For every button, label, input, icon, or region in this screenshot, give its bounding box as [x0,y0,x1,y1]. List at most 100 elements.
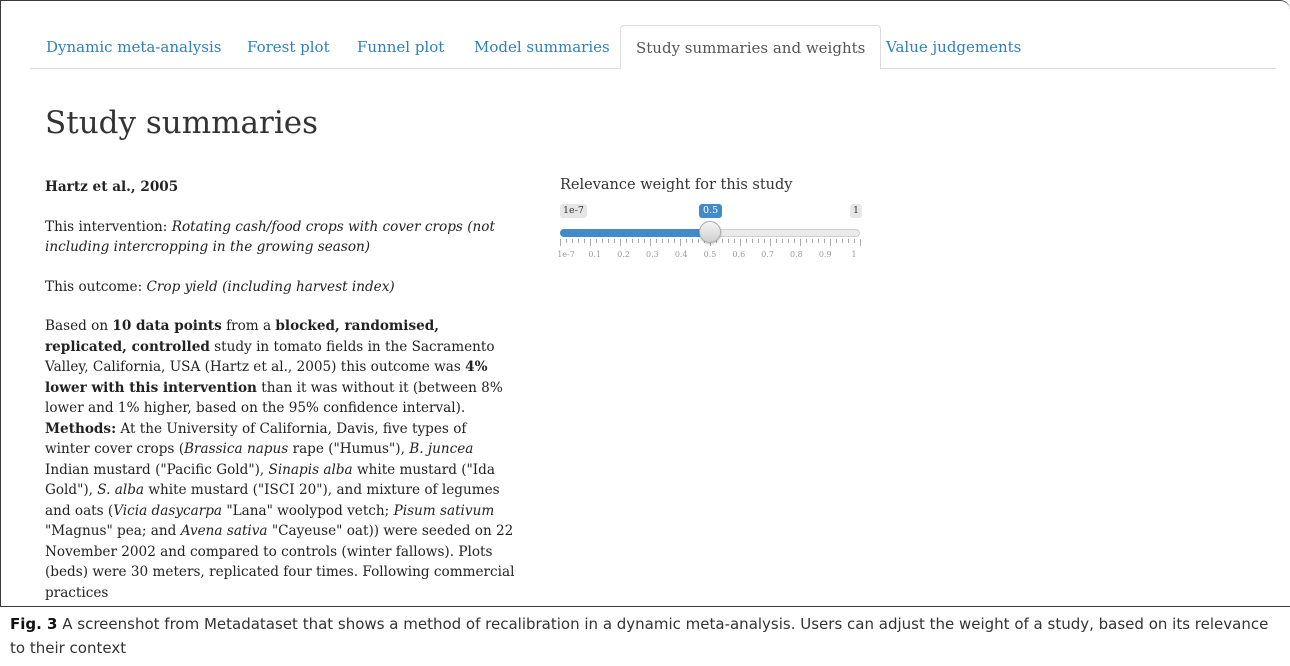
slider-major-tick [620,239,621,246]
outcome-value: Crop yield (including harvest index) [146,278,395,295]
tab-funnel-plot[interactable]: Funnel plot [357,25,444,69]
intervention-text: This intervention: Rotating cash/food cr… [45,217,515,258]
slider-minor-tick [662,239,663,243]
slider-minor-tick [758,239,759,243]
summary-segment: "Lana" woolypod vetch; [222,502,394,519]
slider-minor-tick [782,239,783,243]
slider-minor-tick [596,239,597,243]
outcome-text: This outcome: Crop yield (including harv… [45,277,515,298]
study-summary-text: Based on 10 data points from a blocked, … [45,316,515,603]
slider-major-tick [800,239,801,246]
slider-label: Relevance weight for this study [560,177,793,193]
slider-major-tick [830,239,831,246]
slider-tick-label: 1e-7 [557,250,575,259]
summary-segment: B. juncea [409,441,474,457]
summary-segment: S. alba [97,482,145,498]
slider-minor-tick [842,239,843,243]
slider-major-tick [560,239,561,246]
summary-segment: from a [221,318,276,334]
slider-handle[interactable] [699,221,721,243]
slider-minor-tick [632,239,633,243]
slider-minor-tick [854,239,855,243]
slider-minor-tick [788,239,789,243]
slider-tick-label: 0.3 [646,250,659,259]
slider-minor-tick [638,239,639,243]
relevance-weight-slider[interactable]: Relevance weight for this study 1e-7 1 0… [557,177,862,259]
slider-minor-tick [848,239,849,243]
slider-minor-tick [578,239,579,243]
slider-major-tick [770,239,771,246]
slider-minor-tick [824,239,825,243]
intervention-prefix: This intervention: [45,218,172,235]
app-window: Dynamic meta-analysis Forest plot Funnel… [0,0,1290,607]
slider-minor-tick [764,239,765,243]
slider-minor-tick [566,239,567,243]
slider-minor-tick [722,239,723,243]
tab-forest-plot[interactable]: Forest plot [247,25,330,69]
slider-minor-tick [608,239,609,243]
slider-minor-tick [836,239,837,243]
slider-major-tick [740,239,741,246]
slider-tick-label: 0.6 [732,250,746,259]
summary-segment: Indian mustard ("Pacific Gold"), [45,461,269,478]
slider-max-label: 1 [849,204,862,218]
summary-segment: 10 data points [112,318,222,334]
slider-minor-tick [602,239,603,243]
slider-minor-tick [752,239,753,243]
slider-tick-label: 0.1 [588,250,602,259]
slider-minor-tick [644,239,645,243]
summary-segment: Brassica napus [184,441,289,457]
slider-tick-label: 0.2 [617,250,630,259]
summary-segment: rape ("Humus"), [288,441,410,457]
slider-minor-tick [746,239,747,243]
slider-minor-tick [686,239,687,243]
study-summary-panel: Hartz et al., 2005 This intervention: Ro… [45,177,515,606]
slider-minor-tick [572,239,573,243]
summary-segment: Vicia dasycarpa [113,502,223,519]
slider-minor-tick [674,239,675,243]
summary-segment: Sinapis alba [268,461,353,478]
slider-major-tick [680,239,681,246]
slider-minor-tick [794,239,795,243]
slider-fill [560,229,710,237]
slider-min-label: 1e-7 [560,204,587,218]
slider-major-tick [650,239,651,246]
summary-segment: Pisum sativum [393,502,495,519]
slider-major-tick [590,239,591,246]
tab-bar: Dynamic meta-analysis Forest plot Funnel… [30,25,1276,70]
slider-minor-tick [614,239,615,243]
slider-value-label: 0.5 [699,204,723,218]
slider-minor-tick [626,239,627,243]
slider-minor-tick [806,239,807,243]
study-name: Hartz et al., 2005 [45,179,179,195]
slider-tick-label: 0.8 [790,250,803,259]
slider-minor-tick [734,239,735,243]
caption-text: A screenshot from Metadataset that shows… [10,615,1269,657]
summary-segment: Methods: [45,420,117,437]
slider-tick-label: 0.9 [818,250,832,259]
slider-tick-label: 0.7 [761,250,774,259]
slider-minor-tick [692,239,693,243]
outcome-prefix: This outcome: [45,278,147,295]
slider-minor-tick [584,239,585,243]
slider-major-tick [860,239,861,246]
slider-tick-label: 0.4 [674,250,688,259]
tab-value-judgements[interactable]: Value judgements [886,25,1021,69]
tab-dynamic-meta-analysis[interactable]: Dynamic meta-analysis [46,25,221,69]
slider-tick-label: 1 [851,250,857,259]
slider-minor-tick [656,239,657,243]
figure-caption: Fig. 3 A screenshot from Metadataset tha… [10,612,1280,660]
page-title: Study summaries [45,105,319,141]
tab-model-summaries[interactable]: Model summaries [474,25,610,69]
slider-minor-tick [728,239,729,243]
summary-segment: Based on [45,318,113,334]
slider-minor-tick [668,239,669,243]
figure-label: Fig. 3 [10,615,58,633]
slider-tick-label: 0.5 [703,250,717,259]
slider-minor-tick [698,239,699,243]
tab-study-summaries-and-weights[interactable]: Study summaries and weights [620,25,882,70]
summary-segment: "Magnus" pea; and [45,523,181,539]
slider-minor-tick [812,239,813,243]
slider-minor-tick [776,239,777,243]
summary-segment: Avena sativa [180,523,268,539]
